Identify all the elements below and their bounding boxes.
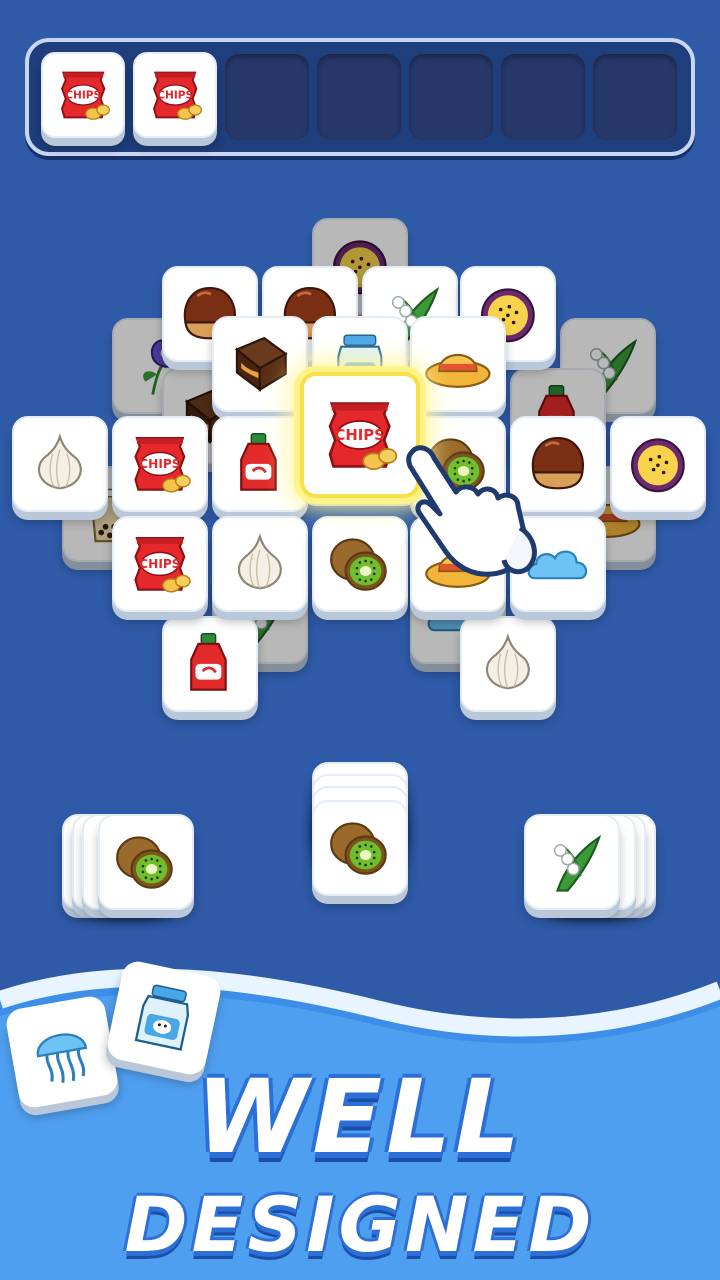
tile-sauce[interactable] [162, 616, 258, 712]
garlic-icon [24, 428, 96, 500]
tray-slot-6 [501, 54, 585, 140]
kiwi-icon [110, 826, 182, 898]
stack-left-kiwi[interactable] [98, 814, 194, 910]
chips-icon [316, 389, 403, 481]
tray-slot-1 [41, 52, 125, 140]
garlic-icon [224, 528, 296, 600]
tile-sauce[interactable] [212, 416, 308, 512]
garlic-icon [472, 628, 544, 700]
banner-title-line2: DESIGNED [124, 1180, 596, 1269]
banner-title-line1: WELL [195, 1058, 525, 1177]
sauce-icon [224, 428, 296, 500]
chips-icon [52, 63, 114, 127]
tile-chocolate[interactable] [212, 316, 308, 412]
tile-chips[interactable] [112, 516, 208, 612]
stack-right-lily[interactable] [524, 814, 620, 910]
chips-icon [124, 528, 196, 600]
tile-straw-hat[interactable] [410, 316, 506, 412]
tray-slot-4 [317, 54, 401, 140]
tile-garlic[interactable] [460, 616, 556, 712]
kiwi-icon [324, 528, 396, 600]
tray-slot-3 [225, 54, 309, 140]
chips-icon [124, 428, 196, 500]
lily-icon [536, 826, 608, 898]
tile-kiwi[interactable] [312, 516, 408, 612]
tile-garlic[interactable] [12, 416, 108, 512]
tray-chips-tile [41, 52, 125, 138]
tile-chips[interactable] [112, 416, 208, 512]
tray-slot-5 [409, 54, 493, 140]
chips-icon [144, 63, 206, 127]
sauce-icon [174, 628, 246, 700]
chocolate-icon [224, 328, 296, 400]
tray-slot-7 [593, 54, 677, 140]
passion-fruit-icon [622, 428, 694, 500]
tile-passion-fruit[interactable] [610, 416, 706, 512]
straw-hat-icon [422, 328, 494, 400]
kiwi-icon [324, 812, 396, 884]
collection-tray [25, 38, 695, 156]
tray-slot-2 [133, 52, 217, 140]
tile-garlic[interactable] [212, 516, 308, 612]
pointing-hand-icon [406, 445, 537, 577]
tray-chips-tile [133, 52, 217, 138]
stack-center-kiwi[interactable] [312, 800, 408, 896]
milk-jar-icon [119, 973, 209, 1063]
